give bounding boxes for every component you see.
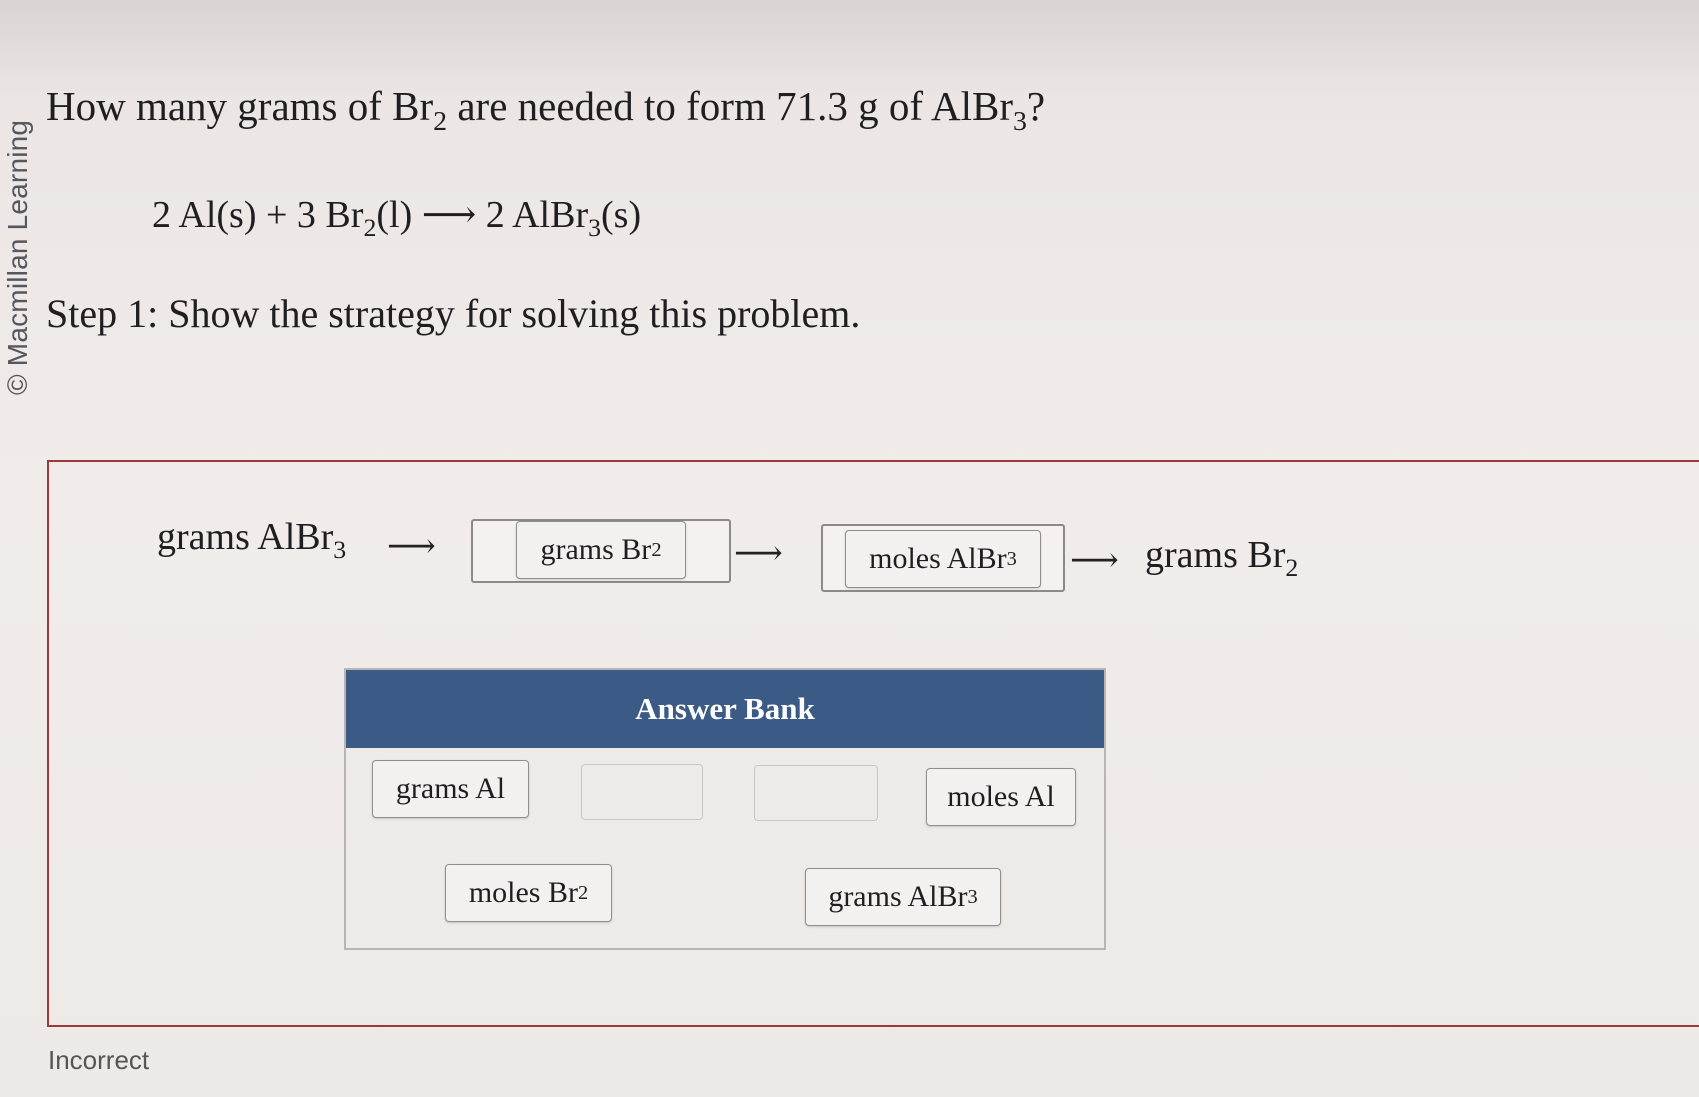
equation-part: 2 Al(s) + 3 Br: [152, 194, 364, 236]
chain-start-label: grams AlBr3: [157, 515, 346, 562]
equation-subscript: 3: [588, 213, 602, 243]
question-subscript: 2: [433, 105, 448, 137]
slot-1-chip-text: grams Br: [540, 533, 652, 566]
question-part: How many grams of Br: [46, 83, 434, 129]
bank-chip-text: moles Al: [947, 780, 1055, 813]
bank-chip-text: moles Br: [468, 876, 578, 909]
chain-arrow-2: ⟶: [734, 535, 783, 572]
slot-1-chip[interactable]: grams Br 2: [516, 521, 686, 579]
question-text: How many grams of Br2 are needed to form…: [46, 82, 1046, 135]
bank-empty-slot-2: [754, 765, 878, 821]
slot-2-chip[interactable]: moles AlBr 3: [845, 530, 1041, 588]
bank-chip-text: grams Al: [395, 772, 506, 805]
slot-2-chip-text: moles AlBr: [869, 542, 1007, 575]
bank-empty-slot-1: [581, 764, 703, 820]
bank-chip-grams-al[interactable]: grams Al: [372, 760, 529, 818]
chemical-equation: 2 Al(s) + 3 Br2(l) ⟶ 2 AlBr3(s): [152, 192, 642, 240]
bank-chip-text: grams AlBr: [828, 880, 968, 913]
step-instruction: Step 1: Show the strategy for solving th…: [46, 291, 861, 336]
bank-chip-grams-albr3[interactable]: grams AlBr 3: [805, 868, 1001, 926]
answer-bank-title: Answer Bank: [346, 670, 1104, 748]
copyright-watermark: © Macmillan Learning: [2, 119, 33, 395]
result-status: Incorrect: [48, 1045, 150, 1075]
chain-start-text: grams AlBr: [157, 516, 334, 558]
chain-end-text: grams Br: [1145, 534, 1286, 576]
question-part: are needed to form 71.3 g of AlBr: [447, 83, 1013, 129]
equation-part: (l) ⟶ 2 AlBr: [376, 194, 589, 236]
chain-end-label: grams Br2: [1145, 533, 1298, 580]
bank-chip-moles-al[interactable]: moles Al: [926, 768, 1076, 826]
question-subscript: 3: [1012, 105, 1027, 137]
chain-start-subscript: 3: [333, 535, 347, 565]
question-part: ?: [1026, 83, 1046, 129]
equation-part: (s): [601, 194, 642, 236]
chain-end-subscript: 2: [1285, 553, 1299, 583]
chain-arrow-1: ⟶: [387, 528, 436, 565]
equation-subscript: 2: [363, 213, 377, 243]
bank-chip-moles-br2[interactable]: moles Br 2: [445, 864, 612, 922]
chain-arrow-3: ⟶: [1070, 542, 1119, 579]
